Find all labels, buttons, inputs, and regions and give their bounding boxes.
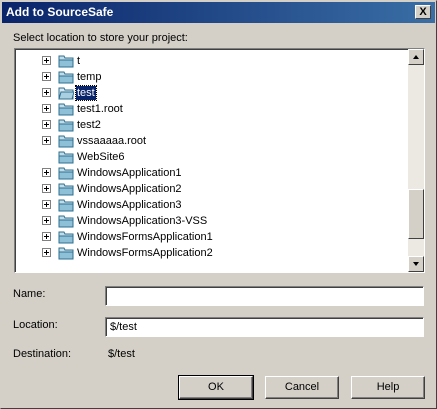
tree-item[interactable]: WindowsApplication1 [15, 165, 407, 181]
ok-button[interactable]: OK [178, 375, 254, 400]
tree-item-label: WindowsApplication1 [77, 167, 182, 179]
location-field[interactable] [105, 317, 424, 337]
add-to-sourcesafe-dialog: Add to SourceSafe X Select location to s… [0, 0, 437, 409]
expand-plus-icon[interactable] [42, 168, 51, 177]
tree-item-label: test [75, 85, 97, 101]
tree-item[interactable]: test1.root [15, 101, 407, 117]
tree-item[interactable]: t [15, 53, 407, 69]
folder-icon [58, 215, 74, 228]
ok-button-label: OK [208, 381, 224, 393]
tree-item-label: t [77, 55, 81, 67]
dialog-title: Add to SourceSafe [6, 5, 114, 19]
folder-icon [58, 119, 74, 132]
folder-icon [58, 103, 74, 116]
tree-item-label: WindowsApplication3 [77, 199, 182, 211]
tree-list: t temp test test1.root test2 vssaaaaa.root Web… [15, 49, 407, 272]
folder-icon [58, 167, 74, 180]
name-label: Name: [13, 288, 46, 300]
cancel-button[interactable]: Cancel [265, 376, 339, 399]
expand-plus-icon[interactable] [42, 136, 51, 145]
arrow-up-icon [413, 55, 419, 59]
tree-item[interactable]: WindowsFormsApplication1 [15, 229, 407, 245]
tree-item[interactable]: WindowsFormsApplication2 [15, 245, 407, 261]
arrow-down-icon [413, 262, 419, 266]
open-folder-icon [58, 87, 74, 100]
tree-item-label: test2 [77, 119, 101, 131]
folder-icon [58, 135, 74, 148]
cancel-button-label: Cancel [284, 381, 320, 393]
tree-item-label: test1.root [77, 103, 123, 115]
folder-icon [58, 71, 74, 84]
tree-item[interactable]: test [15, 85, 407, 101]
tree-item-label: temp [77, 71, 102, 83]
expand-plus-icon[interactable] [42, 88, 51, 97]
name-field[interactable] [105, 286, 424, 306]
folder-icon [58, 183, 74, 196]
tree-item[interactable]: test2 [15, 117, 407, 133]
tree-item[interactable]: WebSite6 [15, 149, 407, 165]
folder-icon [58, 247, 74, 260]
expand-plus-icon[interactable] [42, 120, 51, 129]
expand-plus-icon[interactable] [42, 56, 51, 65]
expand-plus-icon[interactable] [42, 72, 51, 81]
help-button[interactable]: Help [351, 376, 425, 399]
location-label: Location: [13, 319, 58, 331]
folder-icon [58, 55, 74, 68]
scroll-up-button[interactable] [408, 49, 424, 65]
tree-item-label: WindowsApplication3-VSS [77, 215, 208, 227]
destination-label: Destination: [13, 348, 72, 360]
project-tree[interactable]: t temp test test1.root test2 vssaaaaa.root Web… [14, 48, 425, 273]
tree-item-label: WebSite6 [77, 151, 125, 163]
tree-item[interactable]: temp [15, 69, 407, 85]
expand-plus-icon[interactable] [42, 200, 51, 209]
destination-value: $/test [108, 348, 135, 360]
tree-item[interactable]: WindowsApplication3-VSS [15, 213, 407, 229]
scroll-thumb[interactable] [408, 189, 424, 239]
location-prompt: Select location to store your project: [13, 32, 188, 44]
expand-plus-icon[interactable] [42, 248, 51, 257]
expand-plus-icon[interactable] [42, 104, 51, 113]
folder-icon [58, 151, 74, 164]
scroll-down-button[interactable] [408, 256, 424, 272]
tree-scrollbar[interactable] [408, 49, 424, 272]
expand-plus-icon[interactable] [42, 232, 51, 241]
expand-plus-icon[interactable] [42, 184, 51, 193]
help-button-label: Help [376, 381, 400, 393]
tree-item[interactable]: WindowsApplication2 [15, 181, 407, 197]
tree-item-label: WindowsFormsApplication2 [77, 247, 213, 259]
tree-item[interactable]: vssaaaaa.root [15, 133, 407, 149]
close-button[interactable]: X [415, 5, 431, 19]
folder-icon [58, 231, 74, 244]
folder-icon [58, 199, 74, 212]
tree-item[interactable]: WindowsApplication3 [15, 197, 407, 213]
title-bar[interactable]: Add to SourceSafe X [2, 2, 435, 23]
tree-item-label: vssaaaaa.root [77, 135, 147, 147]
tree-item-label: WindowsFormsApplication1 [77, 231, 213, 243]
close-icon: X [419, 6, 427, 18]
expand-plus-icon[interactable] [42, 216, 51, 225]
tree-item-label: WindowsApplication2 [77, 183, 182, 195]
